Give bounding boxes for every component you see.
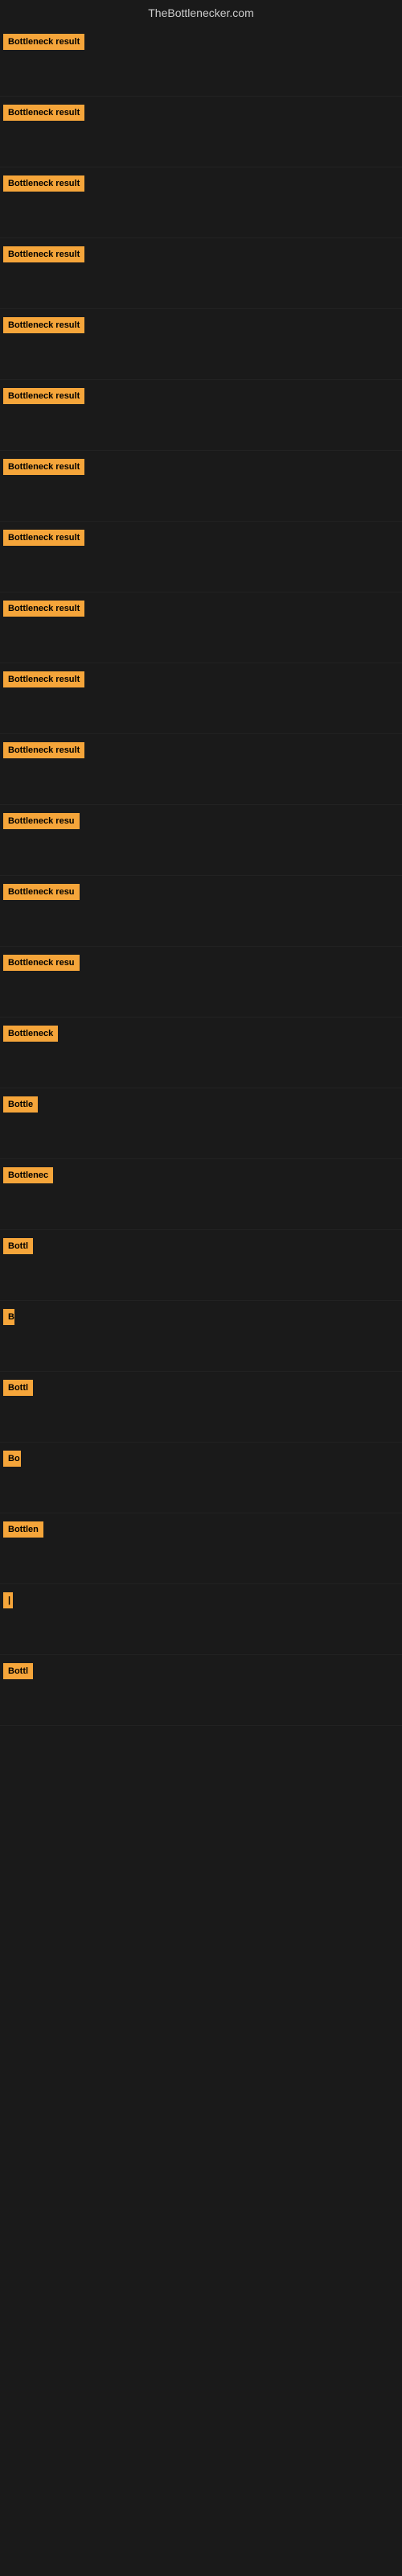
list-item: Bottleneck result	[0, 451, 402, 522]
list-item: Bottle	[0, 1088, 402, 1159]
list-item: Bottleneck result	[0, 309, 402, 380]
bottleneck-badge-14[interactable]: Bottleneck	[3, 1026, 58, 1042]
list-item: Bottlenec	[0, 1159, 402, 1230]
site-title: TheBottlenecker.com	[0, 0, 402, 26]
bottleneck-badge-12[interactable]: Bottleneck resu	[3, 884, 80, 900]
list-item: Bottleneck resu	[0, 876, 402, 947]
bottleneck-badge-9[interactable]: Bottleneck result	[3, 671, 84, 687]
bottleneck-badge-2[interactable]: Bottleneck result	[3, 175, 84, 192]
bottleneck-badge-3[interactable]: Bottleneck result	[3, 246, 84, 262]
bottleneck-badge-23[interactable]: Bottl	[3, 1663, 33, 1679]
bottleneck-badge-19[interactable]: Bottl	[3, 1380, 33, 1396]
list-item: Bottleneck resu	[0, 947, 402, 1018]
list-item: Bottleneck result	[0, 663, 402, 734]
bottleneck-badge-6[interactable]: Bottleneck result	[3, 459, 84, 475]
list-item: Bottl	[0, 1230, 402, 1301]
bottleneck-badge-7[interactable]: Bottleneck result	[3, 530, 84, 546]
bottleneck-badge-8[interactable]: Bottleneck result	[3, 601, 84, 617]
list-item: Bottleneck result	[0, 26, 402, 97]
bottleneck-badge-4[interactable]: Bottleneck result	[3, 317, 84, 333]
main-container: TheBottlenecker.com Bottleneck resultBot…	[0, 0, 402, 2531]
bottleneck-badge-21[interactable]: Bottlen	[3, 1521, 43, 1538]
list-item: Bottleneck result	[0, 97, 402, 167]
bottleneck-badge-11[interactable]: Bottleneck resu	[3, 813, 80, 829]
list-item: Bottl	[0, 1372, 402, 1443]
list-item: Bottleneck result	[0, 238, 402, 309]
list-item: Bottlen	[0, 1513, 402, 1584]
bottleneck-badge-5[interactable]: Bottleneck result	[3, 388, 84, 404]
list-item: B	[0, 1301, 402, 1372]
list-item: Bottl	[0, 1655, 402, 1726]
bottleneck-badge-16[interactable]: Bottlenec	[3, 1167, 53, 1183]
bottleneck-badge-22[interactable]: |	[3, 1592, 13, 1608]
list-item: Bottleneck resu	[0, 805, 402, 876]
bottleneck-badge-0[interactable]: Bottleneck result	[3, 34, 84, 50]
list-item: Bottleneck result	[0, 380, 402, 451]
list-item: Bottleneck result	[0, 734, 402, 805]
bottleneck-badge-15[interactable]: Bottle	[3, 1096, 38, 1113]
items-wrapper: Bottleneck result Bottleneck result Bottle…	[0, 26, 402, 2531]
list-item: |	[0, 1584, 402, 1655]
bottleneck-badge-17[interactable]: Bottl	[3, 1238, 33, 1254]
bottleneck-badge-13[interactable]: Bottleneck resu	[3, 955, 80, 971]
list-item: Bottleneck	[0, 1018, 402, 1088]
list-item: Bo	[0, 1443, 402, 1513]
bottleneck-badge-1[interactable]: Bottleneck result	[3, 105, 84, 121]
list-item: Bottleneck result	[0, 167, 402, 238]
bottleneck-badge-10[interactable]: Bottleneck result	[3, 742, 84, 758]
bottleneck-badge-18[interactable]: B	[3, 1309, 14, 1325]
bottleneck-badge-20[interactable]: Bo	[3, 1451, 21, 1467]
list-item: Bottleneck result	[0, 522, 402, 592]
list-item: Bottleneck result	[0, 592, 402, 663]
